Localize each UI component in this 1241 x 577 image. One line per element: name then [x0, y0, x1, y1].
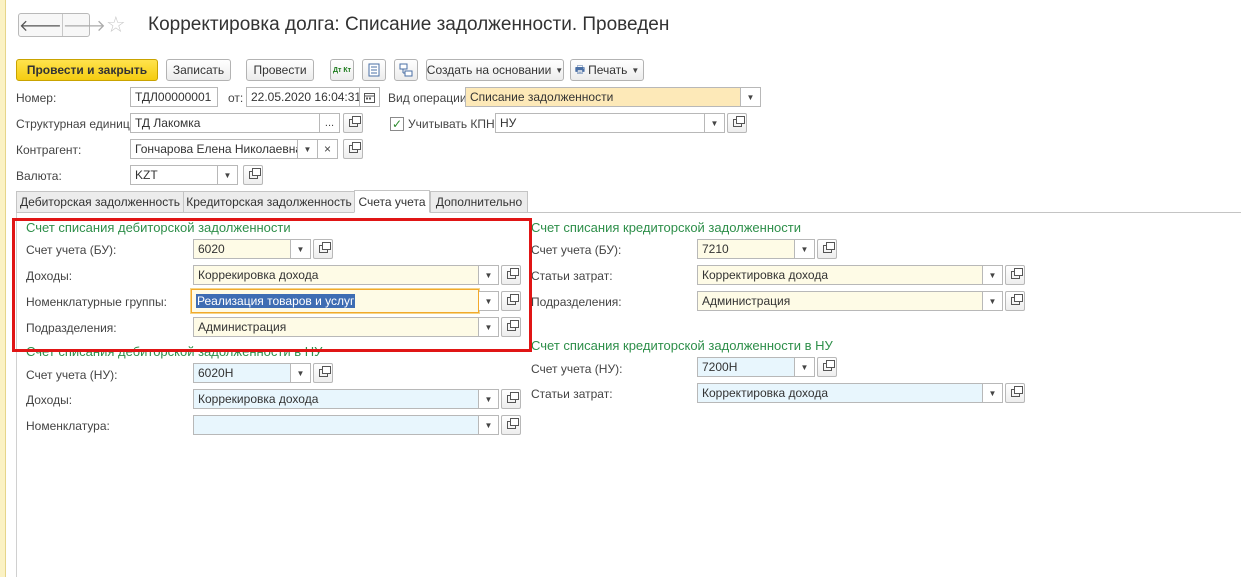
open-icon[interactable]	[817, 239, 837, 259]
navigation-buttons: 🡐 🡒	[18, 13, 106, 37]
post-button[interactable]: Провести	[246, 59, 314, 81]
dropdown-arrow-icon: ▼	[631, 65, 640, 75]
calendar-icon[interactable]	[360, 87, 380, 107]
credit-nu-account-field[interactable]: 7200Н	[697, 357, 795, 377]
counterparty-label: Контрагент:	[16, 143, 82, 157]
open-icon[interactable]	[343, 139, 363, 159]
debit-nu-income-field[interactable]: Коррекировка дохода	[193, 389, 479, 409]
credit-bu-expense-field[interactable]: Корректировка дохода	[697, 265, 983, 285]
left-edge-strip	[0, 0, 6, 577]
forward-arrow-icon[interactable]: 🡒	[61, 14, 106, 36]
favorite-star-icon[interactable]: ☆	[106, 12, 126, 38]
chevron-down-icon[interactable]: ▼	[741, 87, 761, 107]
print-button[interactable]: 🖶 Печать ▼	[570, 59, 644, 81]
tab-additional[interactable]: Дополнительно	[430, 191, 528, 213]
open-icon[interactable]	[727, 113, 747, 133]
save-button[interactable]: Записать	[166, 59, 231, 81]
open-icon[interactable]	[243, 165, 263, 185]
dt-kt-icon[interactable]: Дт Кт	[330, 59, 354, 81]
structure-icon[interactable]	[394, 59, 418, 81]
list-icon[interactable]	[362, 59, 386, 81]
debit-nu-income-label: Доходы:	[26, 393, 73, 407]
chevron-down-icon[interactable]: ▼	[291, 363, 311, 383]
currency-field[interactable]: KZT	[130, 165, 218, 185]
open-icon[interactable]	[343, 113, 363, 133]
credit-bu-dept-label: Подразделения:	[531, 295, 622, 309]
chevron-down-icon[interactable]: ▼	[983, 383, 1003, 403]
number-field[interactable]: ТДЛ00000001	[130, 87, 218, 107]
tab-accounts[interactable]: Счета учета	[354, 190, 430, 213]
credit-nu-section-title: Счет списания кредиторской задолженности…	[531, 338, 833, 353]
debit-nu-account-field[interactable]: 6020Н	[193, 363, 291, 383]
print-label: Печать	[588, 63, 628, 77]
kpn-checkbox[interactable]: ✓	[390, 117, 404, 131]
tab-payables[interactable]: Кредиторская задолженность	[183, 191, 355, 213]
open-icon[interactable]	[1005, 265, 1025, 285]
chevron-down-icon[interactable]: ▼	[795, 239, 815, 259]
chevron-down-icon[interactable]: ▼	[479, 415, 499, 435]
dropdown-arrow-icon: ▼	[555, 65, 564, 75]
debit-nu-nom-label: Номенклатура:	[26, 419, 110, 433]
create-based-on-label: Создать на основании	[426, 63, 552, 77]
counterparty-field[interactable]: Гончарова Елена Николаевна	[130, 139, 298, 159]
operation-type-field[interactable]: Списание задолженности	[465, 87, 741, 107]
open-icon[interactable]	[817, 357, 837, 377]
structural-unit-label: Структурная единица:	[16, 117, 140, 131]
credit-nu-expense-label: Статьи затрат:	[531, 387, 613, 401]
highlight-frame	[12, 218, 532, 352]
debit-nu-account-label: Счет учета (НУ):	[26, 368, 118, 382]
post-and-close-button[interactable]: Провести и закрыть	[16, 59, 158, 81]
select-ellipsis-button[interactable]: ...	[320, 113, 340, 133]
clear-icon[interactable]: ×	[318, 139, 338, 159]
open-icon[interactable]	[1005, 291, 1025, 311]
credit-nu-expense-field[interactable]: Корректировка дохода	[697, 383, 983, 403]
chevron-down-icon[interactable]: ▼	[795, 357, 815, 377]
open-icon[interactable]	[501, 389, 521, 409]
chevron-down-icon[interactable]: ▼	[218, 165, 238, 185]
chevron-down-icon[interactable]: ▼	[479, 389, 499, 409]
kpn-field[interactable]: НУ	[495, 113, 705, 133]
page-title: Корректировка долга: Списание задолженно…	[148, 14, 670, 35]
structural-unit-field[interactable]: ТД Лакомка	[130, 113, 320, 133]
debit-nu-nom-field[interactable]	[193, 415, 479, 435]
printer-icon: 🖶	[574, 63, 586, 76]
operation-type-label: Вид операции:	[388, 91, 470, 105]
credit-bu-account-field[interactable]: 7210	[697, 239, 795, 259]
credit-nu-account-label: Счет учета (НУ):	[531, 362, 623, 376]
date-field[interactable]: 22.05.2020 16:04:31	[246, 87, 360, 107]
number-label: Номер:	[16, 91, 57, 105]
create-based-on-button[interactable]: Создать на основании ▼	[426, 59, 564, 81]
credit-bu-account-label: Счет учета (БУ):	[531, 243, 622, 257]
open-icon[interactable]	[1005, 383, 1025, 403]
open-icon[interactable]	[313, 363, 333, 383]
chevron-down-icon[interactable]: ▼	[298, 139, 318, 159]
credit-bu-section-title: Счет списания кредиторской задолженности	[531, 220, 801, 235]
currency-label: Валюта:	[16, 169, 62, 183]
chevron-down-icon[interactable]: ▼	[983, 265, 1003, 285]
kpn-label: Учитывать КПН	[408, 117, 495, 131]
open-icon[interactable]	[501, 415, 521, 435]
date-label: от:	[228, 91, 244, 105]
credit-bu-dept-field[interactable]: Администрация	[697, 291, 983, 311]
credit-bu-expense-label: Статьи затрат:	[531, 269, 613, 283]
chevron-down-icon[interactable]: ▼	[983, 291, 1003, 311]
back-arrow-icon[interactable]: 🡐	[19, 14, 62, 36]
tab-receivables[interactable]: Дебиторская задолженность	[16, 191, 184, 213]
chevron-down-icon[interactable]: ▼	[705, 113, 725, 133]
